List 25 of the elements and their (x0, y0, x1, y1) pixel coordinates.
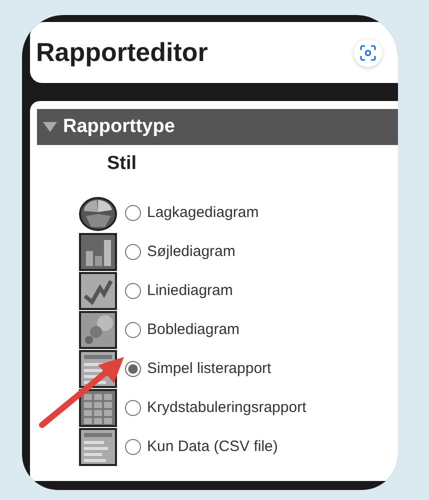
scan-button[interactable] (354, 38, 382, 66)
scan-icon (360, 44, 376, 60)
radio-option[interactable]: Simpel listerapport (119, 360, 272, 377)
section-header[interactable]: Rapporttype (37, 109, 398, 145)
grid-table-icon (79, 388, 117, 426)
radio-button[interactable] (125, 438, 141, 454)
collapse-icon (43, 122, 57, 132)
radio-button[interactable] (125, 244, 141, 260)
bar-chart-icon (79, 232, 117, 270)
radio-option[interactable]: Liniediagram (119, 282, 233, 299)
radio-option[interactable]: Søjlediagram (119, 243, 236, 260)
radio-button[interactable] (125, 204, 141, 220)
radio-button[interactable] (125, 360, 141, 376)
line-chart-icon (79, 272, 117, 310)
page-title: Rapporteditor (36, 37, 208, 68)
radio-option[interactable]: Krydstabuleringsrapport (119, 399, 306, 416)
radio-button[interactable] (125, 322, 141, 338)
radio-option[interactable]: Kun Data (CSV file) (119, 438, 278, 455)
radio-option[interactable]: Lagkagediagram (119, 204, 259, 221)
radio-button[interactable] (125, 400, 141, 416)
radio-button[interactable] (125, 282, 141, 298)
list-report-icon (79, 428, 117, 466)
radio-option[interactable]: Boblediagram (119, 321, 240, 338)
bubble-chart-icon (79, 310, 117, 348)
group-label: Stil (107, 153, 138, 175)
